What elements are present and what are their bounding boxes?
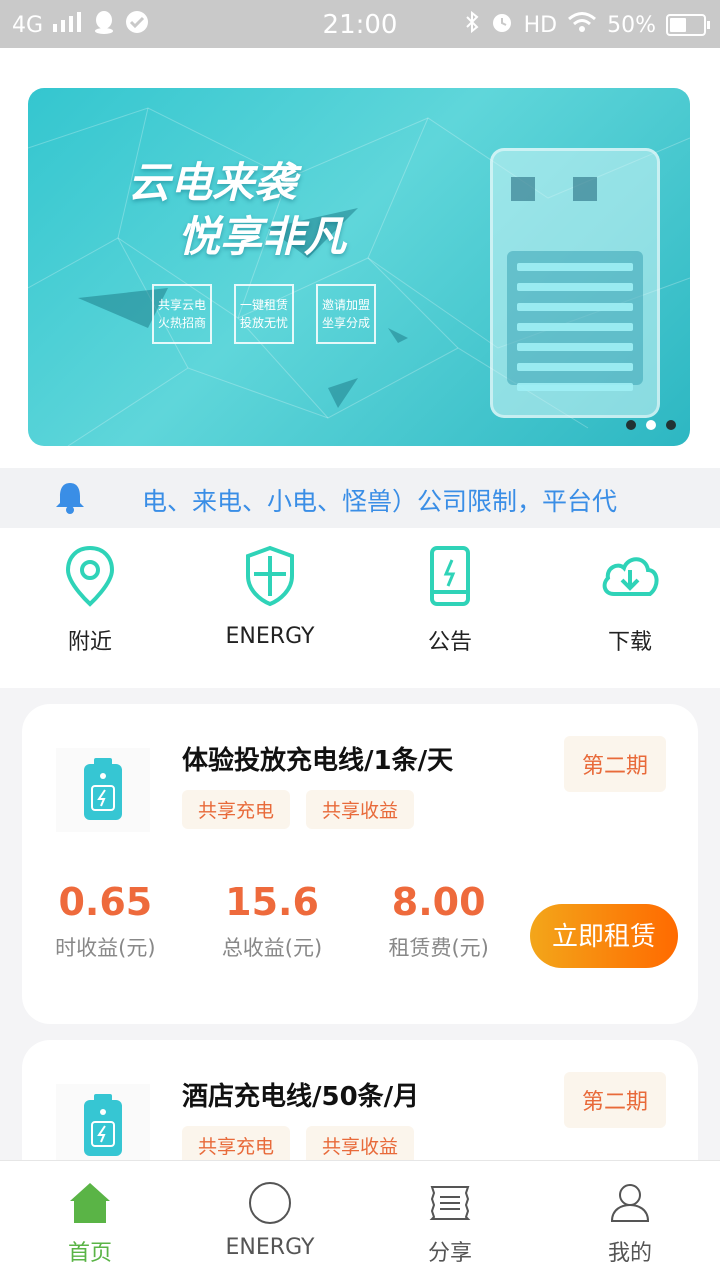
headline-line-2: 悦享非凡	[178, 212, 347, 261]
quick-nav-label: 下载	[607, 630, 652, 655]
banner-tag: 共享云电 火热招商	[152, 284, 212, 344]
banner-tag-line: 共享云电	[157, 298, 206, 312]
carousel-dot[interactable]	[666, 420, 676, 430]
notice-marquee-text: 电、来电、小电、怪兽）公司限制，平台代	[142, 487, 618, 516]
rent-now-button[interactable]: 立即租赁	[530, 904, 678, 968]
quick-nav-nearby[interactable]: 附近	[0, 528, 180, 688]
stat-hourly-income: 0.65 时收益(元)	[22, 880, 189, 962]
carousel-dot[interactable]	[626, 420, 636, 430]
bottom-nav-label: ENERGY	[225, 1235, 315, 1260]
bottom-nav-profile[interactable]: 我的	[540, 1161, 720, 1280]
product-title: 酒店充电线/50条/月	[182, 1082, 420, 1112]
qr-code-icon	[511, 177, 535, 201]
product-thumbnail	[56, 1084, 150, 1168]
product-thumbnail	[56, 748, 150, 832]
shield-icon	[246, 545, 294, 607]
phone-icon	[430, 546, 470, 606]
bluetooth-icon	[464, 10, 480, 40]
alarm-icon	[490, 10, 514, 40]
circle-icon	[249, 1182, 291, 1224]
wifi-icon	[567, 11, 597, 39]
stat-label: 总收益(元)	[221, 936, 323, 960]
share-icon	[429, 1186, 471, 1220]
home-icon	[70, 1183, 110, 1223]
product-title: 体验投放充电线/1条/天	[182, 746, 454, 776]
quick-nav-download[interactable]: 下载	[540, 528, 720, 688]
quick-nav: 附近 ENERGY 公告 下载	[0, 528, 720, 688]
banner-area: 云电来袭 悦享非凡 共享云电 火热招商 一键租赁 投放无忧 邀请加盟 坐享分成	[0, 48, 720, 468]
quick-nav-announcement[interactable]: 公告	[360, 528, 540, 688]
stat-value: 0.65	[58, 880, 153, 924]
bottom-nav: 首页 ENERGY 分享 我的	[0, 1160, 720, 1280]
banner-tag-line: 邀请加盟	[321, 298, 370, 312]
battery-product-icon	[84, 758, 122, 820]
product-card[interactable]: 体验投放充电线/1条/天 共享充电 共享收益 第二期 0.65 时收益(元) 1…	[22, 704, 698, 1024]
banner-headline: 云电来袭 悦享非凡	[128, 156, 346, 264]
stat-value: 8.00	[391, 880, 486, 924]
notice-bar[interactable]: 电、来电、小电、怪兽）公司限制，平台代	[0, 468, 720, 528]
status-right: HD 50%	[464, 10, 710, 40]
bottom-nav-energy[interactable]: ENERGY	[180, 1161, 360, 1280]
cabinet-slots	[507, 251, 643, 391]
stat-label: 时收益(元)	[55, 936, 156, 960]
battery-percent: 50%	[607, 12, 656, 38]
battery-icon	[666, 14, 710, 36]
hd-label: HD	[523, 12, 558, 38]
status-bar: 4G 21:00 HD 50%	[0, 0, 720, 48]
promo-banner[interactable]: 云电来袭 悦享非凡 共享云电 火热招商 一键租赁 投放无忧 邀请加盟 坐享分成	[28, 88, 690, 446]
period-badge: 第二期	[563, 736, 666, 792]
product-tag: 共享充电	[182, 790, 291, 829]
banner-tag-line: 火热招商	[157, 316, 206, 330]
stat-value: 15.6	[225, 880, 319, 924]
bottom-nav-label: 首页	[67, 1241, 112, 1266]
banner-tag-line: 坐享分成	[321, 316, 370, 330]
product-stats: 0.65 时收益(元) 15.6 总收益(元) 8.00 租赁费(元)	[22, 880, 522, 962]
banner-tags: 共享云电 火热招商 一键租赁 投放无忧 邀请加盟 坐享分成	[152, 284, 376, 344]
bottom-nav-home[interactable]: 首页	[0, 1161, 180, 1280]
quick-nav-label: 附近	[67, 630, 112, 655]
banner-tag-line: 投放无忧	[239, 316, 288, 330]
product-tag: 共享收益	[306, 790, 415, 829]
banner-tag: 一键租赁 投放无忧	[234, 284, 294, 344]
bell-icon	[54, 480, 86, 518]
product-tags: 共享充电 共享收益	[182, 790, 415, 829]
bottom-nav-label: 我的	[607, 1241, 652, 1266]
stat-label: 租赁费(元)	[388, 936, 489, 960]
cloud-download-icon	[602, 557, 659, 596]
stat-rental-fee: 8.00 租赁费(元)	[355, 880, 522, 962]
banner-tag-line: 一键租赁	[239, 298, 288, 312]
carousel-indicator[interactable]	[626, 420, 676, 430]
qr-code-icon	[573, 177, 597, 201]
quick-nav-energy[interactable]: ENERGY	[180, 528, 360, 688]
period-badge: 第二期	[563, 1072, 666, 1128]
banner-tag: 邀请加盟 坐享分成	[316, 284, 376, 344]
quick-nav-label: ENERGY	[225, 624, 315, 649]
battery-product-icon	[84, 1094, 122, 1156]
profile-icon	[610, 1184, 650, 1222]
bottom-nav-share[interactable]: 分享	[360, 1161, 540, 1280]
quick-nav-label: 公告	[427, 630, 472, 655]
charging-cabinet-image	[490, 148, 660, 418]
carousel-dot-active[interactable]	[646, 420, 656, 430]
headline-line-1: 云电来袭	[128, 158, 297, 207]
stat-total-income: 15.6 总收益(元)	[189, 880, 356, 962]
location-pin-icon	[65, 545, 115, 607]
bottom-nav-label: 分享	[427, 1241, 472, 1266]
